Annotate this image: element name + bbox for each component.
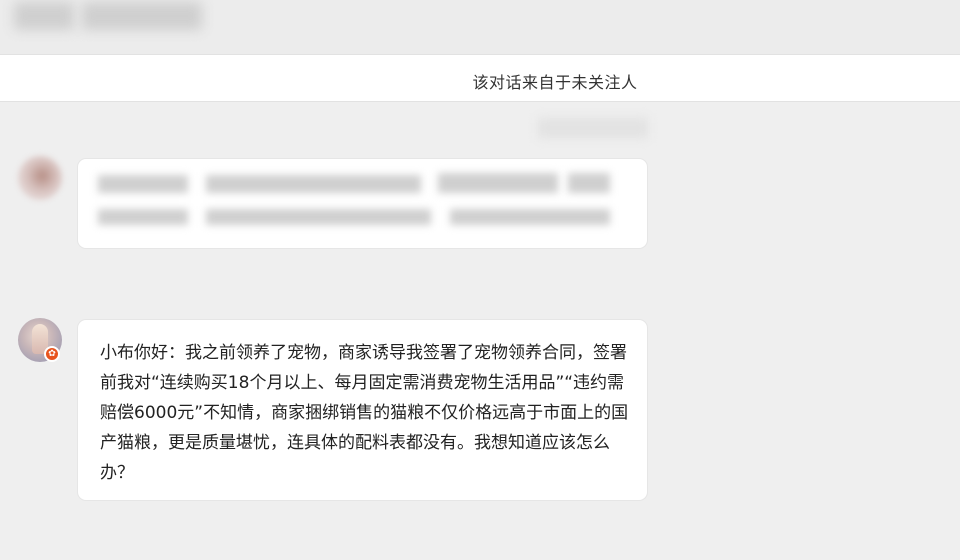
redacted-text — [206, 175, 421, 193]
header-redacted-title-part — [82, 2, 202, 30]
notice-bar: 该对话来自于未关注人 — [0, 54, 960, 102]
header-redacted-title-part — [14, 2, 74, 30]
redacted-text — [450, 209, 610, 225]
notice-text: 该对话来自于未关注人 — [472, 73, 638, 92]
redacted-text — [568, 173, 610, 193]
message-bubble[interactable] — [78, 159, 647, 248]
redacted-text — [98, 209, 188, 225]
redacted-text — [206, 209, 431, 225]
redacted-text — [438, 173, 558, 193]
timestamp-redacted — [538, 118, 648, 138]
chat-header — [0, 0, 960, 54]
message-bubble[interactable]: 小布你好：我之前领养了宠物，商家诱导我签署了宠物领养合同，签署前我对“连续购买1… — [78, 320, 647, 500]
user-avatar-icon[interactable] — [18, 156, 62, 200]
verified-badge-icon: ✿ — [44, 346, 60, 362]
message-text: 小布你好：我之前领养了宠物，商家诱导我签署了宠物领养合同，签署前我对“连续购买1… — [100, 343, 629, 483]
redacted-text — [98, 175, 188, 193]
